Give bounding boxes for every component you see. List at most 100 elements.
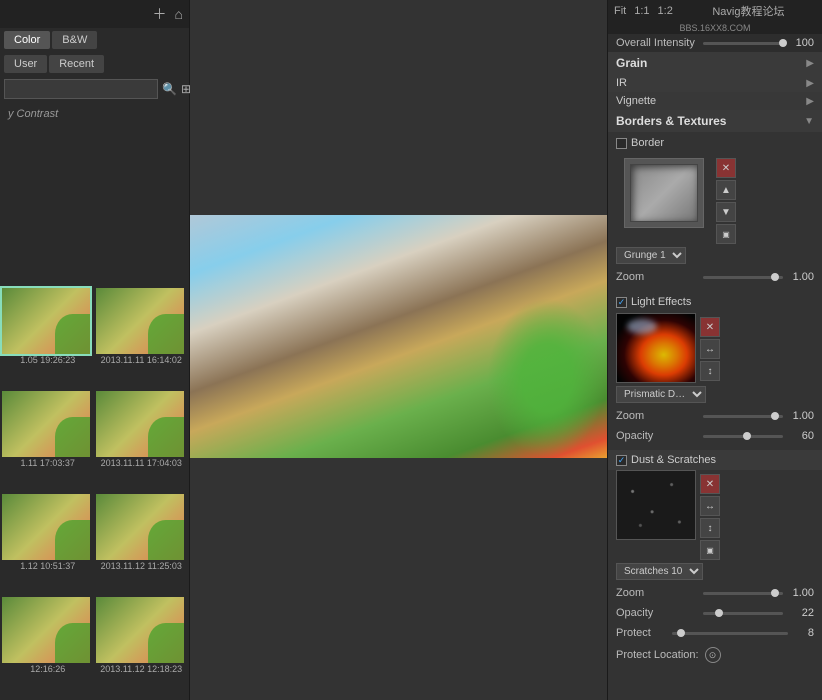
dust-zoom-value: 1.00 [789,587,814,599]
border-checkbox[interactable] [616,138,627,149]
overall-intensity-value: 100 [789,37,814,49]
light-zoom-value: 1.00 [789,410,814,422]
light-side-buttons: ✕ ↔ ↕ [700,317,720,381]
site-label: BBS.16XX8.COM [608,22,822,34]
list-item[interactable]: 2013.11.11 17:04:03 [96,391,188,492]
sidebar: ＋ ⌂ Color B&W User Recent 🔍 ⊞ ⊟ y Contra… [0,0,190,700]
dust-dropdown-row: Scratches 10 [608,560,822,583]
protect-slider[interactable] [672,632,788,635]
main-image-container [190,215,607,458]
protect-location-label: Protect Location: [616,649,699,661]
dust-delete-button[interactable]: ✕ [700,474,720,494]
light-style-select[interactable]: Prismatic D… [616,386,706,403]
ratio1-label[interactable]: 1:1 [634,5,649,17]
border-checkerboard-button[interactable]: ▣ [716,224,736,244]
thumb-label: 1.05 19:26:23 [2,354,94,368]
grain-header[interactable]: Grain ▶ [608,52,822,74]
list-item[interactable]: 2013.11.11 16:14:02 [96,288,188,389]
home-icon[interactable]: ⌂ [175,6,183,22]
light-zoom-row: Zoom 1.00 [608,406,822,426]
borders-header[interactable]: Borders & Textures ▼ [608,110,822,132]
dust-flip-h-button[interactable]: ↔ [700,496,720,516]
border-down-button[interactable]: ▼ [716,202,736,222]
thumb-label: 12:16:26 [2,663,94,677]
border-zoom-slider[interactable] [703,276,784,279]
light-texture-row: ✕ ↔ ↕ [608,313,822,383]
thumb-label: 2013.11.12 12:18:23 [96,663,188,677]
light-effects-row: Light Effects [608,291,822,313]
light-zoom-label: Zoom [616,410,697,422]
dust-side-buttons: ✕ ↔ ↕ ▣ [700,474,720,560]
light-opacity-slider[interactable] [703,435,784,438]
light-effects-checkbox[interactable] [616,297,627,308]
dust-grain [617,471,695,539]
list-item[interactable]: 2013.11.12 12:18:23 [96,597,188,698]
ir-label: IR [616,77,627,89]
list-item[interactable]: 12:16:26 [2,597,94,698]
list-item[interactable]: 1.11 17:03:37 [2,391,94,492]
light-zoom-slider[interactable] [703,415,784,418]
border-zoom-row: Zoom 1.00 [608,267,822,287]
dust-opacity-label: Opacity [616,607,697,619]
dust-section-label: Dust & Scratches [631,454,716,466]
tab-recent[interactable]: Recent [49,55,104,73]
vignette-label: Vignette [616,95,656,107]
borders-chevron-icon: ▼ [804,116,814,127]
dust-section-row: Dust & Scratches [608,450,822,470]
grain-label: Grain [616,56,647,70]
thumb-label: 2013.11.11 16:14:02 [96,354,188,368]
main-photo [190,215,607,458]
vignette-button[interactable]: Vignette ▶ [608,92,822,110]
tab-color[interactable]: Color [4,31,50,49]
border-label: Border [631,137,664,149]
overall-intensity-row: Overall Intensity 100 [608,34,822,52]
add-icon[interactable]: ＋ [153,4,167,24]
location-icon[interactable]: ⊙ [705,647,721,663]
light-effects-label: Light Effects [631,296,691,308]
light-flip-v-button[interactable]: ↕ [700,361,720,381]
user-tabs: User Recent [0,52,189,76]
border-texture-inner [630,164,698,222]
border-up-button[interactable]: ▲ [716,180,736,200]
border-style-select[interactable]: Grunge 1 [616,247,686,264]
dust-zoom-slider[interactable] [703,592,784,595]
dust-checkerboard-button[interactable]: ▣ [700,540,720,560]
list-item[interactable]: 1.12 10:51:37 [2,494,94,595]
light-preview[interactable] [616,313,696,383]
search-icon[interactable]: 🔍 [162,82,177,96]
border-texture-preview[interactable] [624,158,704,228]
overall-intensity-slider[interactable] [703,42,784,45]
border-delete-button[interactable]: ✕ [716,158,736,178]
light-flip-h-button[interactable]: ↔ [700,339,720,359]
tab-user[interactable]: User [4,55,47,73]
right-panel: Fit 1:1 1:2 Navig教程论坛 BBS.16XX8.COM Over… [607,0,822,700]
border-zoom-label: Zoom [616,271,697,283]
fit-label: Fit [614,5,626,17]
dust-checkbox[interactable] [616,455,627,466]
dust-opacity-value: 22 [789,607,814,619]
protect-value: 8 [794,627,814,639]
dust-opacity-slider[interactable] [703,612,784,615]
dust-opacity-row: Opacity 22 [608,603,822,623]
list-item[interactable]: 1.05 19:26:23 [2,288,94,389]
dust-preview[interactable] [616,470,696,540]
filter-label: y Contrast [0,102,189,126]
light-delete-button[interactable]: ✕ [700,317,720,337]
ir-arrow-icon: ▶ [806,78,814,89]
filter-tabs: Color B&W [0,28,189,52]
sidebar-top-buttons: ＋ ⌂ [0,0,189,28]
borders-label: Borders & Textures [616,114,726,128]
dust-flip-v-button[interactable]: ↕ [700,518,720,538]
ratio2-label[interactable]: 1:2 [658,5,673,17]
tab-bw[interactable]: B&W [52,31,97,49]
dust-style-select[interactable]: Scratches 10 [616,563,703,580]
ir-button[interactable]: IR ▶ [608,74,822,92]
light-flare [627,319,657,334]
search-input[interactable] [4,79,158,99]
main-area [190,0,607,700]
thumb-label: 2013.11.12 11:25:03 [96,560,188,574]
border-side-buttons: ✕ ▲ ▼ ▣ [716,158,736,244]
list-item[interactable]: 2013.11.12 11:25:03 [96,494,188,595]
thumb-label: 2013.11.11 17:04:03 [96,457,188,471]
overall-intensity-label: Overall Intensity [616,37,697,49]
